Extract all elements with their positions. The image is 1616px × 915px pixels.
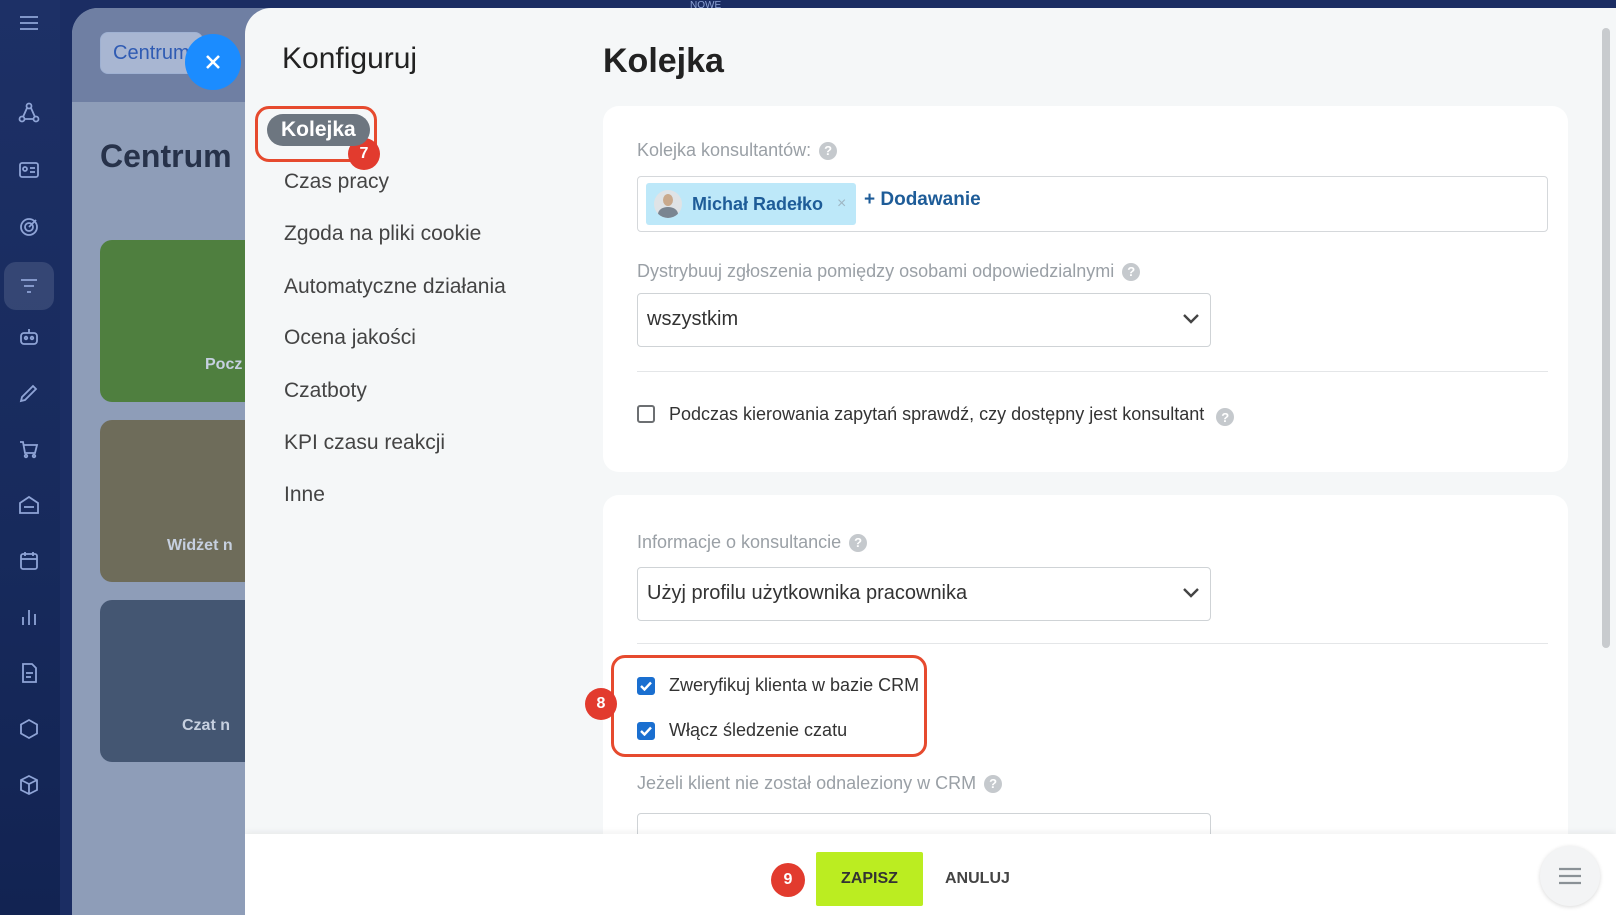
cancel-button[interactable]: ANULUJ: [945, 870, 1010, 888]
calendar-icon[interactable]: [14, 546, 44, 576]
check-available-checkbox[interactable]: [637, 405, 655, 423]
check-available-label: Podczas kierowania zapytań sprawdź, czy …: [669, 403, 1205, 424]
menu-item-cookie[interactable]: Zgoda na pliki cookie: [284, 222, 481, 246]
not-found-label-text: Jeżeli klient nie został odnaleziony w C…: [637, 773, 977, 793]
add-member-link[interactable]: + Dodawanie: [864, 189, 981, 211]
menu-item-automation[interactable]: Automatyczne działania: [284, 275, 506, 299]
consultant-section: Informacje o konsultancie ? Użyj profilu…: [585, 495, 1568, 855]
bar-chart-icon[interactable]: [14, 602, 44, 632]
warehouse-icon[interactable]: [14, 490, 44, 520]
background-card-label: Widżet n: [167, 537, 233, 554]
page-title: Kolejka: [603, 42, 724, 80]
check-available-option[interactable]: Podczas kierowania zapytań sprawdź, czy …: [637, 402, 1235, 426]
distribute-label-text: Dystrybuuj zgłoszenia pomiędzy osobami o…: [637, 261, 1115, 281]
cube-icon[interactable]: [14, 770, 44, 800]
help-icon[interactable]: ?: [1122, 262, 1141, 281]
close-panel-button[interactable]: [185, 34, 241, 90]
remove-member-icon[interactable]: ×: [837, 195, 846, 213]
target-icon[interactable]: [14, 212, 44, 242]
queue-section: Kolejka konsultantów: ? Michał Radełko ×…: [603, 106, 1568, 472]
help-icon[interactable]: ?: [1216, 408, 1235, 426]
highlight-frame: [611, 655, 927, 757]
consultant-info-label: Informacje o konsultancie ?: [637, 532, 868, 553]
consultant-info-label-text: Informacje o konsultancie: [637, 532, 842, 552]
queue-members-field[interactable]: Michał Radełko × + Dodawanie: [637, 176, 1548, 232]
chevron-down-icon: [1182, 586, 1199, 600]
divider: [637, 371, 1548, 372]
footer-bar: 9 ZAPISZ ANULUJ: [245, 834, 1616, 915]
consultant-info-value: Użyj profilu użytkownika pracownika: [647, 582, 968, 604]
distribute-label: Dystrybuuj zgłoszenia pomiędzy osobami o…: [637, 261, 1141, 282]
avatar: [654, 190, 682, 218]
menu-item-kolejka[interactable]: Kolejka: [267, 114, 370, 146]
step-badge: 9: [771, 863, 805, 897]
background-page: Centrum Centrum Pocz Widżet n Czat n: [72, 8, 272, 915]
scrollbar[interactable]: [1602, 28, 1610, 648]
divider: [637, 643, 1548, 644]
hexagon-icon[interactable]: [14, 714, 44, 744]
left-navbar: [0, 0, 60, 915]
menu-item-chatbots[interactable]: Czatboty: [284, 379, 367, 403]
background-card-label: Czat n: [182, 717, 230, 734]
distribute-select[interactable]: wszystkim: [637, 293, 1211, 347]
config-panel: Konfiguruj 7 Kolejka Czas pracy Zgoda na…: [245, 8, 1616, 915]
chat-tracking-checkbox[interactable]: [637, 721, 655, 740]
member-name: Michał Radełko: [692, 193, 824, 214]
chevron-down-icon: [1182, 312, 1199, 326]
document-icon[interactable]: [14, 658, 44, 688]
queue-label-text: Kolejka konsultantów:: [637, 140, 812, 160]
hamburger-icon[interactable]: [14, 8, 44, 38]
cart-icon[interactable]: [14, 434, 44, 464]
network-icon[interactable]: [14, 98, 44, 128]
verify-crm-label: Zweryfikuj klienta w bazie CRM: [669, 675, 920, 695]
close-icon: [206, 55, 220, 69]
menu-button[interactable]: [1540, 846, 1600, 906]
config-title: Konfiguruj: [282, 42, 418, 75]
menu-item-other[interactable]: Inne: [284, 483, 325, 507]
menu-item-kpi[interactable]: KPI czasu reakcji: [284, 431, 445, 455]
background-title: Centrum: [100, 138, 232, 174]
help-icon[interactable]: ?: [819, 141, 838, 160]
menu-item-quality[interactable]: Ocena jakości: [284, 326, 416, 350]
help-icon[interactable]: ?: [984, 774, 1003, 793]
chat-tracking-option[interactable]: Włącz śledzenie czatu: [637, 720, 847, 741]
verify-crm-checkbox[interactable]: [637, 676, 655, 695]
background-card-label: Pocz: [205, 356, 243, 373]
pen-icon[interactable]: [14, 378, 44, 408]
not-found-label: Jeżeli klient nie został odnaleziony w C…: [637, 773, 1003, 794]
queue-label: Kolejka konsultantów: ?: [637, 140, 838, 161]
contact-card-icon[interactable]: [14, 155, 44, 185]
step-badge: 8: [585, 688, 617, 720]
help-icon[interactable]: ?: [849, 533, 868, 552]
verify-crm-option[interactable]: Zweryfikuj klienta w bazie CRM: [637, 675, 919, 696]
menu-item-czas-pracy[interactable]: Czas pracy: [284, 170, 389, 194]
funnel-icon[interactable]: [4, 262, 54, 310]
menu-lines-icon: [1559, 867, 1581, 885]
chat-tracking-label: Włącz śledzenie czatu: [669, 720, 848, 740]
consultant-info-select[interactable]: Użyj profilu użytkownika pracownika: [637, 567, 1211, 621]
robot-icon[interactable]: [14, 322, 44, 352]
distribute-value: wszystkim: [647, 308, 739, 330]
member-chip[interactable]: Michał Radełko ×: [646, 183, 856, 225]
save-button[interactable]: ZAPISZ: [816, 852, 923, 906]
